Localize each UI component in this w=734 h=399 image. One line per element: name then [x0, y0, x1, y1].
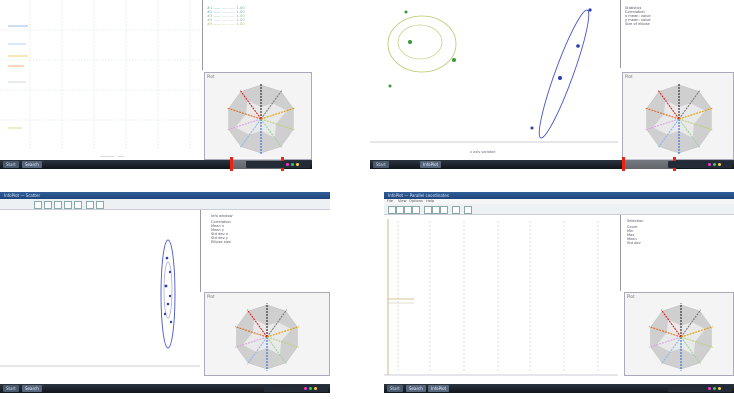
- info-panel: Info window Correlation Mean x Mean y St…: [200, 210, 330, 292]
- radar-window[interactable]: Plot: [624, 292, 734, 376]
- toolbar: [0, 199, 330, 210]
- info-row: Size of ellipse: [625, 22, 650, 26]
- start-button[interactable]: Start: [387, 385, 403, 392]
- legend-row: #5 —— ............ 1.00: [207, 22, 245, 26]
- blue-ellipse: [538, 9, 590, 139]
- data-point: [404, 10, 408, 14]
- radar-chart: [226, 83, 296, 155]
- toolbar: [384, 204, 734, 215]
- taskbar-search[interactable]: Search: [22, 385, 42, 392]
- blue-ellipse: [160, 239, 176, 349]
- toolbar-button[interactable]: [96, 201, 104, 209]
- taskbar-search[interactable]: Search: [22, 161, 42, 168]
- data-point: [388, 84, 392, 88]
- taskbar: Start Search InfoPlot: [384, 384, 734, 393]
- window-title: InfoPlot — Parallel coordinates: [384, 192, 734, 199]
- scatter-plot-area[interactable]: [370, 0, 618, 148]
- screen-scatter-plot: x axis variable Statistics Correlation x…: [370, 0, 734, 178]
- info-row: Std dev: [627, 241, 641, 245]
- toolbar-button[interactable]: [464, 206, 472, 214]
- radar-chart: [644, 83, 714, 155]
- x-axis-caption: ———— · ——: [100, 154, 125, 158]
- screen-parallel-coordinates: InfoPlot — Parallel coordinates File Vie…: [384, 192, 734, 399]
- toolbar-button[interactable]: [404, 206, 412, 214]
- toolbar-button[interactable]: [452, 206, 460, 214]
- data-point: [576, 44, 580, 48]
- scatter-plot-area[interactable]: [0, 210, 200, 370]
- data-point: [452, 58, 456, 62]
- toolbar-button[interactable]: [54, 201, 62, 209]
- parallel-grid: [0, 0, 200, 150]
- menu-item[interactable]: View: [398, 199, 407, 203]
- radar-chart: [648, 303, 714, 371]
- parallel-plot-area[interactable]: [384, 215, 618, 381]
- taskbar-app-infoplot[interactable]: InfoPlot: [420, 161, 442, 168]
- taskbar: Start Search: [0, 384, 330, 393]
- toolbar-button[interactable]: [34, 201, 42, 209]
- menu-item[interactable]: Help: [426, 199, 434, 203]
- radar-window[interactable]: Plot: [204, 72, 312, 160]
- radar-window[interactable]: Plot: [204, 292, 330, 376]
- statistics-panel: Statistics Correlation x mean: value y m…: [620, 0, 734, 68]
- menu-item[interactable]: Options: [409, 199, 423, 203]
- data-point: [588, 8, 592, 12]
- screen-parallel-plot: ———— · —— #1 —— ............ 1.00 #2 —— …: [0, 0, 312, 178]
- start-button[interactable]: Start: [373, 161, 389, 168]
- green-ellipse-inner: [397, 24, 443, 60]
- toolbar-button[interactable]: [440, 206, 448, 214]
- menu-item[interactable]: File: [387, 199, 393, 203]
- toolbar-button[interactable]: [412, 206, 420, 214]
- toolbar-button[interactable]: [86, 201, 94, 209]
- data-point: [558, 76, 562, 80]
- x-axis-label: x axis variable: [470, 150, 496, 154]
- toolbar-button[interactable]: [424, 206, 432, 214]
- screen-scatter-zoom: InfoPlot — Scatter Info window Correlati…: [0, 192, 330, 399]
- taskbar-app-infoplot[interactable]: InfoPlot: [428, 385, 450, 392]
- taskbar: Start InfoPlot: [370, 157, 734, 171]
- data-point: [530, 126, 534, 130]
- system-tray[interactable]: [668, 385, 732, 392]
- system-tray[interactable]: [264, 385, 328, 392]
- radar-chart: [234, 303, 300, 371]
- radar-window[interactable]: Plot: [622, 72, 734, 160]
- info-row: Info window: [211, 214, 233, 218]
- start-button[interactable]: Start: [3, 385, 19, 392]
- system-tray[interactable]: [668, 161, 732, 168]
- info-row: Ellipse size: [211, 240, 231, 244]
- taskbar: Start Search: [0, 157, 312, 171]
- window-title: InfoPlot — Scatter: [0, 192, 330, 199]
- parallel-plot-area[interactable]: [0, 0, 200, 158]
- inner-ellipse: [163, 261, 173, 319]
- toolbar-button[interactable]: [388, 206, 396, 214]
- scatter-canvas: [0, 239, 200, 367]
- start-button[interactable]: Start: [3, 161, 19, 168]
- toolbar-button[interactable]: [432, 206, 440, 214]
- data-point: [408, 40, 412, 44]
- parallel-canvas: [384, 219, 618, 376]
- scatter-canvas: [370, 8, 618, 143]
- legend-panel: #1 —— ............ 1.00 #2 —— ..........…: [202, 0, 312, 70]
- taskbar-search[interactable]: Search: [406, 385, 426, 392]
- system-tray[interactable]: [246, 161, 310, 168]
- toolbar-button[interactable]: [74, 201, 82, 209]
- toolbar-button[interactable]: [44, 201, 52, 209]
- info-panel: Selection Count Min Max Mean Std dev: [620, 215, 734, 291]
- toolbar-button[interactable]: [64, 201, 72, 209]
- toolbar-button[interactable]: [396, 206, 404, 214]
- info-row: Selection: [627, 219, 644, 223]
